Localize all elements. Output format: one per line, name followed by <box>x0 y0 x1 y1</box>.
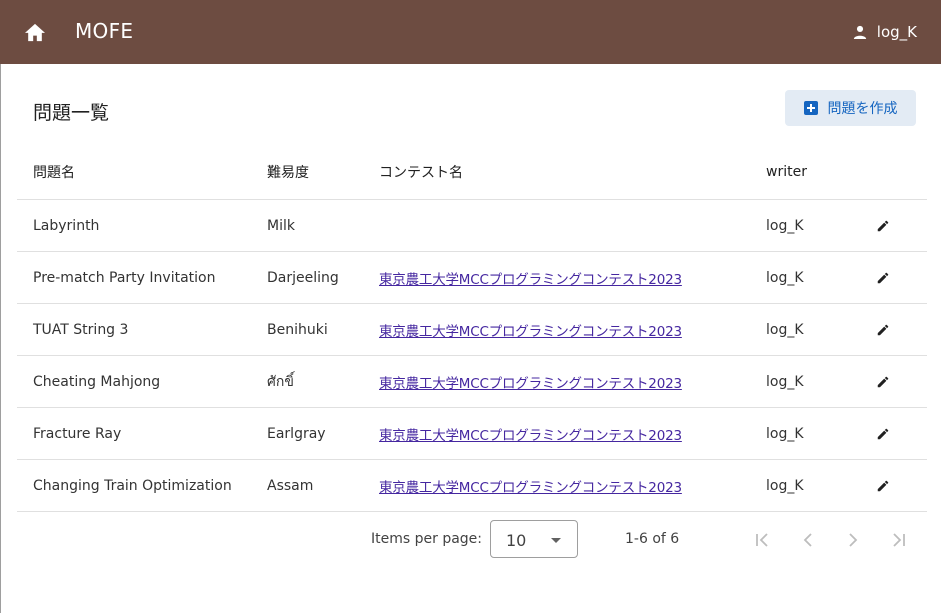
home-button[interactable] <box>18 16 52 48</box>
pencil-icon <box>877 480 889 491</box>
table-row[interactable]: Cheating Mahjong ศักขิ์ 東京農工大学MCCプログラミング… <box>17 355 927 408</box>
actions-cell <box>871 251 927 304</box>
pencil-icon <box>877 220 889 231</box>
contest-cell <box>379 199 766 252</box>
column-header-contest-name: コンテスト名 <box>379 144 766 200</box>
column-header-writer: writer <box>766 144 871 200</box>
pencil-icon <box>877 324 889 335</box>
edit-button[interactable] <box>871 474 895 498</box>
previous-page-button[interactable] <box>794 526 822 554</box>
difficulty: Darjeeling <box>267 251 379 304</box>
home-icon <box>25 23 45 42</box>
table-row[interactable]: Pre-match Party Invitation Darjeeling 東京… <box>17 251 927 304</box>
contest-cell: 東京農工大学MCCプログラミングコンテスト2023 <box>379 251 766 304</box>
contest-cell: 東京農工大学MCCプログラミングコンテスト2023 <box>379 407 766 460</box>
top-app-bar: MOFE log_K <box>0 0 941 64</box>
difficulty: Earlgray <box>267 407 379 460</box>
difficulty: Assam <box>267 459 379 512</box>
problem-name: TUAT String 3 <box>17 303 267 356</box>
contest-cell: 東京農工大学MCCプログラミングコンテスト2023 <box>379 303 766 356</box>
table-header-row: 問題名 難易度 コンテスト名 writer <box>17 144 927 200</box>
contest-link[interactable]: 東京農工大学MCCプログラミングコンテスト2023 <box>379 376 682 392</box>
actions-cell <box>871 355 927 408</box>
edit-button[interactable] <box>871 266 895 290</box>
user-name: log_K <box>876 23 917 41</box>
contest-link[interactable]: 東京農工大学MCCプログラミングコンテスト2023 <box>379 324 682 340</box>
writer: log_K <box>766 251 871 304</box>
chevron-right-icon <box>849 533 858 547</box>
page-title: 問題一覧 <box>33 102 110 124</box>
table-row[interactable]: Changing Train Optimization Assam 東京農工大学… <box>17 459 927 512</box>
edit-button[interactable] <box>871 318 895 342</box>
writer: log_K <box>766 407 871 460</box>
add-box-icon <box>803 101 818 115</box>
next-page-button[interactable] <box>839 526 867 554</box>
writer: log_K <box>766 303 871 356</box>
difficulty: Benihuki <box>267 303 379 356</box>
writer: log_K <box>766 459 871 512</box>
chevron-left-icon <box>803 533 812 547</box>
writer: log_K <box>766 199 871 252</box>
contest-link[interactable]: 東京農工大学MCCプログラミングコンテスト2023 <box>379 272 682 288</box>
pencil-icon <box>877 272 889 283</box>
actions-cell <box>871 199 927 252</box>
dropdown-arrow-icon <box>551 538 561 543</box>
create-problem-button[interactable]: 問題を作成 <box>785 90 916 126</box>
column-header-difficulty: 難易度 <box>267 144 379 200</box>
create-problem-label: 問題を作成 <box>827 101 898 117</box>
contest-cell: 東京農工大学MCCプログラミングコンテスト2023 <box>379 355 766 408</box>
items-per-page-select[interactable]: 10 <box>490 520 578 558</box>
contest-link[interactable]: 東京農工大学MCCプログラミングコンテスト2023 <box>379 428 682 444</box>
app-title[interactable]: MOFE <box>75 19 133 43</box>
edit-button[interactable] <box>871 422 895 446</box>
person-icon <box>853 25 866 39</box>
column-header-problem-name: 問題名 <box>17 144 267 200</box>
actions-cell <box>871 459 927 512</box>
problem-name: Pre-match Party Invitation <box>17 251 267 304</box>
problem-name: Labyrinth <box>17 199 267 252</box>
table-row[interactable]: TUAT String 3 Benihuki 東京農工大学MCCプログラミングコ… <box>17 303 927 356</box>
edit-button[interactable] <box>871 214 895 238</box>
items-per-page-label: Items per page: <box>371 531 483 547</box>
last-page-button[interactable] <box>885 526 913 554</box>
problem-name: Changing Train Optimization <box>17 459 267 512</box>
table-row[interactable]: Labyrinth Milk log_K <box>17 199 927 252</box>
contest-link[interactable]: 東京農工大学MCCプログラミングコンテスト2023 <box>379 480 682 496</box>
actions-cell <box>871 407 927 460</box>
first-page-button[interactable] <box>748 526 776 554</box>
paginator: Items per page: 10 1-6 of 6 <box>0 520 941 560</box>
contest-cell: 東京農工大学MCCプログラミングコンテスト2023 <box>379 459 766 512</box>
problem-name: Fracture Ray <box>17 407 267 460</box>
writer: log_K <box>766 355 871 408</box>
last-page-icon <box>893 533 905 547</box>
problem-name: Cheating Mahjong <box>17 355 267 408</box>
first-page-icon <box>756 533 768 547</box>
table-row[interactable]: Fracture Ray Earlgray 東京農工大学MCCプログラミングコン… <box>17 407 927 460</box>
items-per-page-value: 10 <box>506 531 527 550</box>
problem-table: 問題名 難易度 コンテスト名 writer Labyrinth Milk log… <box>17 144 927 512</box>
difficulty: ศักขิ์ <box>267 355 379 408</box>
column-header-actions <box>871 144 927 200</box>
page-range-label: 1-6 of 6 <box>625 531 680 547</box>
actions-cell <box>871 303 927 356</box>
edit-button[interactable] <box>871 370 895 394</box>
pencil-icon <box>877 376 889 387</box>
user-menu-button[interactable]: log_K <box>853 20 917 44</box>
pencil-icon <box>877 428 889 439</box>
difficulty: Milk <box>267 199 379 252</box>
